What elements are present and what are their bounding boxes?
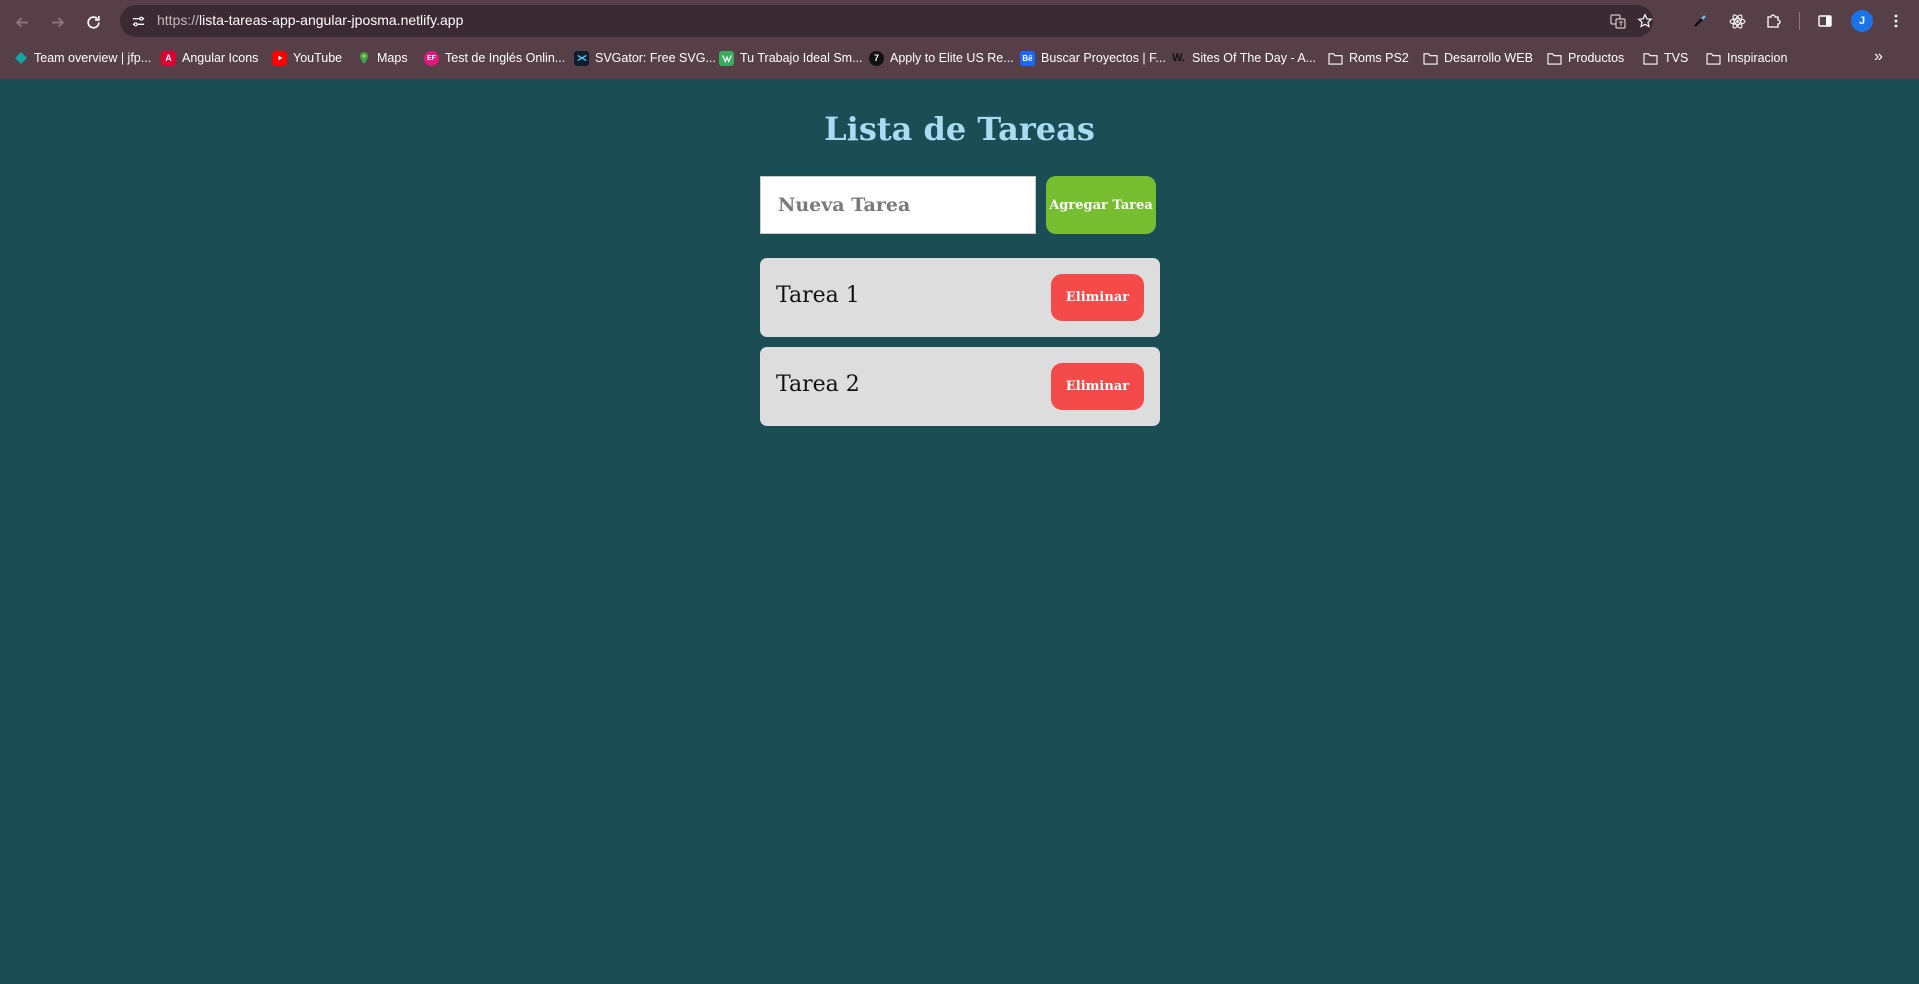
folder-icon [1643, 51, 1658, 66]
reload-icon [86, 15, 100, 29]
workana-icon [719, 50, 734, 66]
folder-icon [1547, 51, 1562, 66]
address-bar[interactable]: https://lista-tareas-app-angular-jposma.… [120, 5, 1653, 37]
page-title: Lista de Tareas [824, 110, 1095, 148]
toolbar-divider [1799, 12, 1800, 30]
back-button[interactable] [9, 9, 35, 35]
extensions-puzzle-icon[interactable] [1761, 9, 1785, 33]
browser-chrome: https://lista-tareas-app-angular-jposma.… [0, 0, 1919, 79]
task-label: Tarea 1 [776, 283, 860, 308]
bookmark-folder-roms-ps2[interactable]: Roms PS2 [1328, 48, 1409, 68]
bookmark-folder-inspiracion[interactable]: Inspiracion [1706, 48, 1787, 68]
new-task-input[interactable] [760, 176, 1036, 234]
behance-icon: Bē [1020, 50, 1035, 66]
youtube-icon [272, 50, 287, 66]
bookmark-sites-of-the-day[interactable]: W. Sites Of The Day - A... [1171, 48, 1316, 68]
url-host: lista-tareas-app-angular-jposma.netlify.… [199, 12, 464, 28]
bookmark-team-overview[interactable]: Team overview | jfp... [13, 48, 151, 68]
url-protocol: https:// [157, 12, 200, 28]
url-text[interactable]: https://lista-tareas-app-angular-jposma.… [157, 12, 463, 28]
reload-button[interactable] [80, 9, 106, 35]
eyedropper-icon[interactable] [1688, 9, 1712, 33]
bookmark-folder-tvs[interactable]: TVS [1643, 48, 1688, 68]
angular-icon: A [161, 50, 176, 66]
svgator-icon [574, 50, 589, 66]
folder-icon [1706, 51, 1721, 66]
profile-avatar[interactable]: J [1851, 10, 1873, 32]
bookmark-buscar-proyectos[interactable]: Bē Buscar Proyectos | F... [1020, 48, 1166, 68]
arrow-right-icon [51, 17, 64, 27]
awwwards-icon: W. [1172, 52, 1185, 64]
bookmark-tu-trabajo[interactable]: Tu Trabajo Ideal Sm... [719, 48, 863, 68]
maps-pin-icon [356, 51, 371, 66]
bookmark-angular-icons[interactable]: A Angular Icons [161, 48, 258, 68]
add-task-button[interactable]: Agregar Tarea [1046, 176, 1156, 234]
bookmark-folder-desarrollo-web[interactable]: Desarrollo WEB [1423, 48, 1533, 68]
forward-button[interactable] [44, 9, 70, 35]
task-item: Tarea 1 Eliminar [760, 258, 1160, 337]
react-devtools-icon[interactable] [1725, 9, 1749, 33]
diamond-icon [13, 51, 28, 66]
bookmark-svgator[interactable]: SVGator: Free SVG... [574, 48, 716, 68]
folder-icon [1328, 51, 1343, 66]
ef-icon: EF [424, 50, 439, 66]
translate-icon[interactable] [1608, 11, 1628, 31]
bookmarks-overflow-chevron-icon[interactable]: » [1874, 48, 1883, 66]
bookmark-maps[interactable]: Maps [356, 48, 408, 68]
bookmark-test-ingles[interactable]: EF Test de Inglés Onlin... [424, 48, 565, 68]
site-info-icon[interactable] [128, 11, 148, 31]
side-panel-icon[interactable] [1813, 9, 1837, 33]
bookmarks-bar: Team overview | jfp... A Angular Icons Y… [0, 45, 1919, 71]
seven-icon: 7 [869, 50, 884, 66]
bookmark-apply-elite[interactable]: 7 Apply to Elite US Re... [869, 48, 1014, 68]
menu-kebab-icon[interactable] [1884, 9, 1908, 33]
bookmark-folder-productos[interactable]: Productos [1547, 48, 1624, 68]
star-icon[interactable] [1635, 11, 1655, 31]
folder-icon [1423, 51, 1438, 66]
task-label: Tarea 2 [776, 372, 860, 397]
delete-task-button[interactable]: Eliminar [1051, 363, 1144, 410]
arrow-left-icon [15, 17, 28, 27]
delete-task-button[interactable]: Eliminar [1051, 274, 1144, 321]
navigation-bar: https://lista-tareas-app-angular-jposma.… [0, 0, 1919, 43]
task-item: Tarea 2 Eliminar [760, 347, 1160, 426]
bookmark-youtube[interactable]: YouTube [272, 48, 342, 68]
